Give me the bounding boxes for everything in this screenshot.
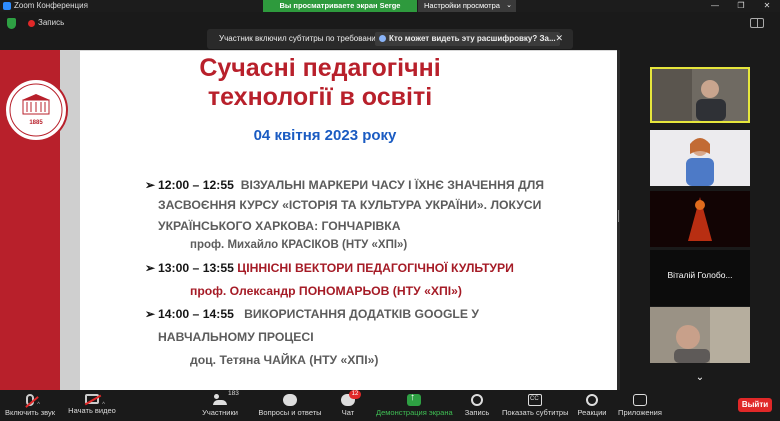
agenda-bullet-icon: ➢ [145,261,156,275]
captions-notice: Участник включил субтитры по требованию … [207,29,573,49]
agenda-item-2-line-1: 13:00 – 13:55 ЦІННІСНІ ВЕКТОРИ ПЕДАГОГІЧ… [158,261,514,275]
share-screen-button[interactable]: Демонстрация экрана [376,390,453,421]
agenda-topic: ЗАСВОЄННЯ КУРСУ «ІСТОРІЯ ТА КУЛЬТУРА УКР… [158,198,542,212]
emblem-year: 1885 [29,120,43,126]
reactions-icon [586,394,598,406]
zoom-logo-icon [3,2,11,10]
screen-share-banner: Вы просматриваете экран Serge Radobuх [263,0,417,22]
participant-name: Віталій Голобо... [667,270,733,280]
agenda-time: 13:00 – 13:55 [158,261,234,275]
minimize-button[interactable]: — [702,0,728,12]
record-icon [471,394,483,406]
participant-name-tile[interactable]: Віталій Голобо... [650,250,750,306]
close-window-button[interactable]: ✕ [754,0,780,12]
chat-button[interactable]: 12 Чат [336,390,361,421]
university-emblem-logo: 1885 [4,78,68,142]
reactions-button[interactable]: Реакции [576,390,608,421]
chevron-up-icon[interactable]: ^ [37,402,40,408]
slide-title-line-2: технології в освіті [207,83,433,111]
agenda-topic: ЦІННІСНІ ВЕКТОРИ ПЕДАГОГІЧНОЇ КУЛЬТУРИ [237,261,514,275]
agenda-topic: НАВЧАЛЬНОМУ ПРОЦЕСІ [158,330,314,344]
chat-unread-badge: 12 [349,390,361,399]
agenda-speaker: проф. Михайло КРАСІКОВ (НТУ «ХПІ») [190,239,408,251]
participants-icon [213,394,227,406]
record-button[interactable]: Запись [462,390,492,421]
agenda-bullet-icon: ➢ [145,307,156,321]
view-options-label: Настройки просмотра [424,1,500,10]
agenda-time: 12:00 – 12:55 [158,178,234,192]
participant-video-tile[interactable] [650,130,750,186]
restore-button[interactable]: ❐ [728,0,754,12]
agenda-time: 14:00 – 14:55 [158,307,234,321]
scroll-down-icon[interactable]: ⌄ [650,368,750,388]
mute-button[interactable]: ^ Включить звук [4,390,56,421]
agenda-bullet-icon: ➢ [145,178,156,192]
captions-icon [528,394,542,406]
chevron-down-icon: ⌄ [506,2,512,9]
agenda-item-1-line-1: 12:00 – 12:55 ВІЗУАЛЬНІ МАРКЕРИ ЧАСУ І Ї… [158,178,544,192]
slide-title-line-1: Сучасні педагогічні [199,54,441,82]
view-options-button[interactable]: Настройки просмотра ⌄ [418,0,516,12]
apps-button[interactable]: Приложения [618,390,662,421]
close-icon[interactable]: ✕ [555,33,563,44]
slide-top-rule [0,50,617,51]
recording-dot-icon [28,20,35,27]
agenda-topic: УКРАЇНСЬКОГО ХАРКОВА: ГОНЧАРІВКА [158,219,401,233]
apps-icon [633,394,647,406]
participant-video-tile[interactable] [650,67,750,123]
view-layout-icon[interactable] [750,18,764,28]
qa-icon [283,394,297,406]
slide-date: 04 квітня 2023 року [253,127,397,144]
agenda-speaker: доц. Тетяна ЧАЙКА (НТУ «ХПІ») [190,353,379,367]
security-shield-icon[interactable] [7,18,16,29]
window-titlebar: Zoom Конференция Вы просматриваете экран… [0,0,780,22]
show-captions-button[interactable]: Показать субтитры [502,390,568,421]
person-icon [379,35,386,42]
transcript-visibility-button[interactable]: Кто может видеть эту расшифровку? За... [375,32,560,46]
captions-notice-text: Участник включил субтитры по требованию [219,34,382,43]
share-screen-icon [407,392,421,406]
slide-title: Сучасні педагогічні технології в освіті [100,54,540,112]
window-title: Zoom Конференция [14,1,88,10]
agenda-topic: ВИКОРИСТАННЯ ДОДАТКІВ GOOGLE У [244,307,479,321]
shared-slide: 1885 Сучасні педагогічні технології в ос… [0,50,617,390]
divider-handle-icon[interactable] [618,210,619,222]
participants-button[interactable]: 183 Участники [198,390,242,421]
chat-icon: 12 [341,390,361,406]
agenda-speaker: проф. Олександр ПОНОМАРЬОВ (НТУ «ХПІ») [190,284,462,298]
leave-meeting-button[interactable]: Выйти [738,398,772,412]
recording-label: Запись [38,18,65,27]
participants-count: 183 [228,390,239,397]
microphone-muted-icon: ^ [26,394,40,408]
chevron-up-icon[interactable]: ^ [102,402,105,408]
qa-button[interactable]: Вопросы и ответы [256,390,324,421]
participant-video-tile[interactable] [650,191,750,247]
agenda-item-3-line-1: 14:00 – 14:55 ВИКОРИСТАННЯ ДОДАТКІВ GOOG… [158,307,479,321]
camera-off-icon: ^ [85,394,105,408]
meeting-toolbar: ^ Включить звук ^ Начать видео 183 Участ… [0,390,780,421]
window-controls: — ❐ ✕ [702,0,780,12]
agenda-topic: ВІЗУАЛЬНІ МАРКЕРИ ЧАСУ І ЇХНЄ ЗНАЧЕННЯ Д… [240,178,545,192]
start-video-button[interactable]: ^ Начать видео [66,390,118,421]
participant-video-tile[interactable] [650,307,750,363]
